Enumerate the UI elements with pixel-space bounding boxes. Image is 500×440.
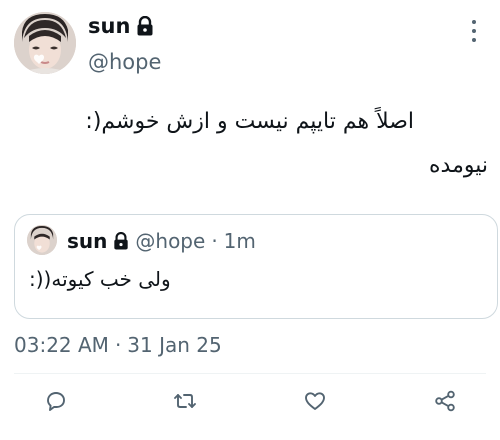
quote-text: ولی خب کیوته((: [29,267,171,291]
author-name[interactable]: sun [88,14,154,38]
reply-icon[interactable] [43,388,69,414]
tweet: sun @hope اصلاً هم تایپم نیست و ازش خوشم… [0,0,500,440]
author-name-text: sun [88,14,131,38]
author-handle[interactable]: @hope [88,50,161,74]
quoted-tweet[interactable]: sun @hope · 1m ولی خب کیوته((: [14,214,498,319]
lock-icon [113,232,129,250]
retweet-icon[interactable] [172,388,198,414]
timestamp-time: 03:22 AM [14,333,109,357]
quote-author-handle: @hope [135,229,206,253]
divider [14,373,486,374]
avatar[interactable] [14,12,76,74]
quote-avatar [27,225,57,255]
tweet-text-line2: نیومده [429,153,488,178]
share-icon[interactable] [432,388,458,414]
lock-icon [136,16,154,36]
tweet-text-line1: اصلاً هم تایپم نیست و ازش خوشم(: [85,109,414,134]
more-options-icon[interactable] [468,20,480,42]
like-icon[interactable] [302,388,328,414]
timestamp[interactable]: 03:22 AM · 31 Jan 25 [14,333,222,357]
quote-author-name: sun [67,229,108,253]
timestamp-date: 31 Jan 25 [127,333,222,357]
quote-separator: · [211,229,218,253]
quote-time: 1m [223,229,256,253]
tweet-text: اصلاً هم تایپم نیست و ازش خوشم(: نیومده [14,100,488,188]
timestamp-separator: · [114,333,122,357]
action-bar [0,388,500,418]
quote-header: sun @hope · 1m [67,229,256,253]
